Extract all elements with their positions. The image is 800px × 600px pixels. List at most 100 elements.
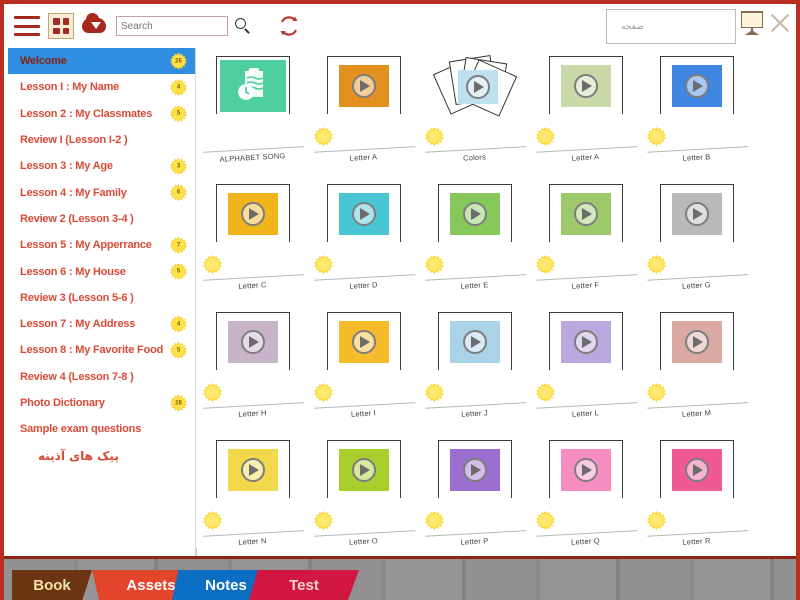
- hamburger-bar: [14, 16, 40, 19]
- sidebar-item-label: Photo Dictionary: [20, 397, 105, 409]
- play-icon[interactable]: [684, 457, 709, 482]
- sidebar-item-label: Lesson 7 : My Address: [20, 318, 136, 331]
- asset-label: Letter D: [349, 280, 378, 291]
- asset-frame: [437, 184, 512, 242]
- play-icon[interactable]: [462, 329, 487, 354]
- play-icon[interactable]: [351, 329, 376, 354]
- sidebar-item[interactable]: Review 3 (Lesson 5-6 ): [8, 285, 195, 311]
- presentation-screen-icon[interactable]: [740, 10, 764, 36]
- asset-item[interactable]: Letter H: [201, 304, 305, 432]
- sidebar-item[interactable]: Lesson I : My Name 4: [8, 74, 195, 100]
- asset-item[interactable]: Letter P: [423, 432, 527, 560]
- grid-view-icon[interactable]: [48, 13, 74, 39]
- hamburger-bar: [14, 24, 40, 28]
- refresh-icon[interactable]: [278, 15, 300, 37]
- play-icon[interactable]: [240, 329, 265, 354]
- sun-badge-icon: [314, 127, 333, 146]
- application-window: صفحه Welcome26Lesson I : My Name4Lesson …: [0, 0, 800, 600]
- page-number-field[interactable]: صفحه: [606, 9, 736, 44]
- sidebar-item[interactable]: Lesson 2 : My Classmates 5: [8, 101, 195, 127]
- play-icon[interactable]: [240, 201, 265, 226]
- window-controls: [740, 10, 792, 36]
- asset-item[interactable]: Letter C: [201, 176, 305, 304]
- sidebar-item[interactable]: Review 4 (Lesson 7-8 ): [8, 364, 195, 390]
- asset-item[interactable]: Letter N: [201, 432, 305, 560]
- search-icon[interactable]: [234, 17, 252, 35]
- play-icon[interactable]: [573, 73, 598, 98]
- search-ring: [235, 18, 246, 29]
- sidebar-item[interactable]: Lesson 4 : My Family 6: [8, 179, 195, 205]
- sidebar-item[interactable]: Lesson 6 : My House 5: [8, 258, 195, 284]
- play-icon[interactable]: [573, 457, 598, 482]
- play-icon[interactable]: [573, 201, 598, 226]
- asset-item[interactable]: Letter Q: [534, 432, 638, 560]
- asset-thumbnail: [671, 448, 722, 491]
- sidebar-item-label: Lesson 2 : My Classmates: [20, 107, 153, 120]
- play-icon[interactable]: [351, 457, 376, 482]
- asset-frame: [326, 56, 401, 114]
- asset-thumbnail: [227, 448, 278, 491]
- sun-badge-icon: [425, 127, 444, 146]
- sidebar-item[interactable]: Review 2 (Lesson 3-4 ): [8, 206, 195, 232]
- asset-item[interactable]: Letter O: [312, 432, 416, 560]
- sidebar-item-badge: 5: [170, 341, 187, 359]
- play-icon[interactable]: [240, 457, 265, 482]
- asset-item[interactable]: Letter M: [645, 304, 749, 432]
- sidebar-item[interactable]: Lesson 7 : My Address 4: [8, 311, 195, 337]
- sun-badge-icon: [203, 383, 222, 402]
- asset-item[interactable]: Letter R: [645, 432, 749, 560]
- asset-thumbnail: [338, 64, 389, 107]
- play-icon[interactable]: [684, 73, 709, 98]
- grid-cell: [53, 27, 60, 34]
- scroll-indicator[interactable]: [196, 548, 197, 556]
- sidebar-item[interactable]: Review I (Lesson I-2 ): [8, 127, 195, 153]
- hamburger-menu-icon[interactable]: [14, 16, 40, 36]
- sidebar-item[interactable]: Lesson 5 : My Apperrance 7: [8, 232, 195, 258]
- asset-label: Letter N: [238, 536, 267, 547]
- play-icon[interactable]: [684, 329, 709, 354]
- asset-item[interactable]: Colors: [423, 48, 527, 176]
- asset-item[interactable]: ALPHABET SONG: [201, 48, 305, 176]
- asset-label: Letter B: [682, 152, 711, 163]
- sidebar-item-badge: 28: [170, 394, 187, 412]
- play-icon[interactable]: [462, 457, 487, 482]
- sidebar-item-badge: 4: [170, 78, 187, 96]
- asset-item[interactable]: Letter A: [312, 48, 416, 176]
- tab-book[interactable]: Book: [12, 570, 92, 600]
- sun-badge-icon: [647, 255, 666, 274]
- asset-item[interactable]: Letter F: [534, 176, 638, 304]
- play-icon[interactable]: [573, 329, 598, 354]
- asset-frame: [548, 312, 623, 370]
- sidebar-item[interactable]: Lesson 3 : My Age 3: [8, 153, 195, 179]
- play-icon[interactable]: [351, 201, 376, 226]
- asset-item[interactable]: Letter D: [312, 176, 416, 304]
- sidebar-item[interactable]: پیک های آذینه: [8, 442, 195, 468]
- assets-row: Letter H Letter I Letter J Letter L Letter M: [197, 304, 796, 432]
- asset-item[interactable]: Letter E: [423, 176, 527, 304]
- asset-item[interactable]: Letter B: [645, 48, 749, 176]
- tab-test[interactable]: Test: [249, 570, 359, 600]
- asset-thumbnail: [338, 448, 389, 491]
- search-input[interactable]: [116, 16, 228, 36]
- sidebar-item[interactable]: Lesson 8 : My Favorite Food 5: [8, 337, 195, 363]
- play-icon[interactable]: [465, 75, 490, 99]
- tab-book-label: Book: [33, 576, 71, 594]
- asset-label: Letter E: [460, 280, 489, 291]
- asset-item[interactable]: Letter L: [534, 304, 638, 432]
- play-icon[interactable]: [351, 73, 376, 98]
- asset-frame: [215, 184, 290, 242]
- asset-item[interactable]: Letter J: [423, 304, 527, 432]
- asset-item[interactable]: Letter A: [534, 48, 638, 176]
- sun-badge-icon: [203, 255, 222, 274]
- sidebar-item[interactable]: Photo Dictionary 28: [8, 390, 195, 416]
- sidebar-item[interactable]: Sample exam questions: [8, 416, 195, 442]
- asset-item[interactable]: Letter I: [312, 304, 416, 432]
- asset-item[interactable]: Letter G: [645, 176, 749, 304]
- play-icon[interactable]: [462, 201, 487, 226]
- cloud-download-icon[interactable]: [82, 13, 106, 37]
- sidebar-lesson-list[interactable]: Welcome 26 Lesson I : My Name 4 Lesson 2 : M…: [8, 48, 196, 560]
- sidebar-item[interactable]: Welcome 26: [8, 48, 195, 75]
- sidebar-item-label: Sample exam questions: [20, 423, 142, 436]
- close-icon[interactable]: [768, 10, 792, 36]
- play-icon[interactable]: [684, 201, 709, 226]
